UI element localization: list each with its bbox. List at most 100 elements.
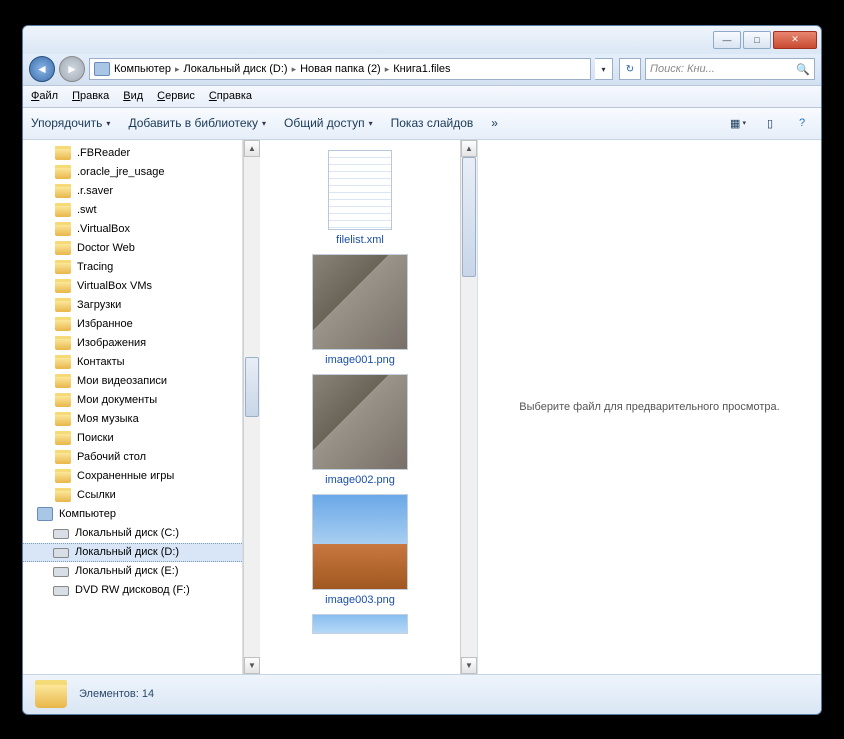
titlebar: — □ ✕ [23, 26, 821, 54]
file-item[interactable]: image002.png [300, 374, 420, 486]
search-placeholder: Поиск: Кни... [650, 63, 715, 75]
tree-folder[interactable]: .VirtualBox [23, 220, 242, 239]
forward-button[interactable]: ► [59, 56, 85, 82]
file-item[interactable]: filelist.xml [300, 150, 420, 246]
navigation-tree[interactable]: .FBReader.oracle_jre_usage.r.saver.swt.V… [23, 140, 243, 674]
more-commands[interactable]: » [491, 116, 498, 130]
folder-icon [55, 393, 71, 407]
computer-icon [37, 507, 53, 521]
folder-icon [55, 203, 71, 217]
crumb-0[interactable]: Компьютер [114, 63, 171, 75]
view-mode-button[interactable]: ▦ [727, 113, 749, 133]
menu-bar: Файл Правка Вид Сервис Справка [23, 86, 821, 108]
folder-icon [35, 680, 67, 708]
file-list[interactable]: filelist.xml image001.png image002.png imag… [260, 140, 460, 674]
content-area: .FBReader.oracle_jre_usage.r.saver.swt.V… [23, 140, 821, 674]
address-dropdown[interactable]: ▾ [595, 58, 613, 80]
tree-folder[interactable]: VirtualBox VMs [23, 277, 242, 296]
tree-computer[interactable]: Компьютер [23, 505, 242, 524]
slideshow-button[interactable]: Показ слайдов [391, 116, 474, 130]
tree-folder[interactable]: Моя музыка [23, 410, 242, 429]
folder-icon [55, 450, 71, 464]
tree-folder[interactable]: .oracle_jre_usage [23, 163, 242, 182]
tree-folder[interactable]: .swt [23, 201, 242, 220]
tree-drive[interactable]: Локальный диск (D:) [23, 543, 242, 562]
scroll-down-icon[interactable]: ▼ [461, 657, 477, 674]
preview-pane-button[interactable]: ▯ [759, 113, 781, 133]
search-icon: 🔍 [796, 63, 810, 76]
folder-icon [55, 146, 71, 160]
breadcrumb[interactable]: Компьютер▸ Локальный диск (D:)▸ Новая па… [89, 58, 591, 80]
search-input[interactable]: Поиск: Кни... 🔍 [645, 58, 815, 80]
file-thumbnail [312, 374, 408, 470]
preview-pane: Выберите файл для предварительного просм… [477, 140, 821, 674]
menu-tools[interactable]: Сервис [157, 90, 195, 102]
status-bar: Элементов: 14 [23, 674, 821, 714]
tree-folder[interactable]: Мои документы [23, 391, 242, 410]
scroll-up-icon[interactable]: ▲ [461, 140, 477, 157]
tree-folder[interactable]: Избранное [23, 315, 242, 334]
folder-icon [55, 222, 71, 236]
crumb-3[interactable]: Книга1.files [393, 63, 450, 75]
file-item[interactable]: image003.png [300, 494, 420, 606]
organize-button[interactable]: Упорядочить▾ [31, 116, 110, 130]
tree-folder[interactable]: Сохраненные игры [23, 467, 242, 486]
folder-icon [55, 431, 71, 445]
menu-file[interactable]: Файл [31, 90, 58, 102]
scroll-up-icon[interactable]: ▲ [244, 140, 260, 157]
status-count: 14 [142, 688, 154, 700]
preview-empty-text: Выберите файл для предварительного просм… [519, 401, 779, 413]
file-name: filelist.xml [336, 234, 384, 246]
tree-folder[interactable]: Ссылки [23, 486, 242, 505]
tree-folder[interactable]: Контакты [23, 353, 242, 372]
tree-folder[interactable]: Мои видеозаписи [23, 372, 242, 391]
tree-folder[interactable]: Tracing [23, 258, 242, 277]
scroll-down-icon[interactable]: ▼ [244, 657, 260, 674]
file-item[interactable]: image001.png [300, 254, 420, 366]
add-to-library-button[interactable]: Добавить в библиотеку▾ [128, 116, 266, 130]
minimize-button[interactable]: — [713, 31, 741, 49]
tree-folder[interactable]: Поиски [23, 429, 242, 448]
folder-icon [55, 355, 71, 369]
tree-drive[interactable]: Локальный диск (E:) [23, 562, 242, 581]
menu-edit[interactable]: Правка [72, 90, 109, 102]
tree-scrollbar[interactable]: ▲ ▼ [243, 140, 260, 674]
disk-icon [53, 529, 69, 539]
tree-drive[interactable]: Локальный диск (C:) [23, 524, 242, 543]
tree-folder[interactable]: Изображения [23, 334, 242, 353]
folder-icon [55, 260, 71, 274]
tree-folder[interactable]: .r.saver [23, 182, 242, 201]
file-thumbnail [312, 254, 408, 350]
folder-icon [55, 412, 71, 426]
back-button[interactable]: ◄ [29, 56, 55, 82]
files-scrollbar[interactable]: ▲ ▼ [460, 140, 477, 674]
crumb-2[interactable]: Новая папка (2) [300, 63, 381, 75]
tree-folder[interactable]: Рабочий стол [23, 448, 242, 467]
command-bar: Упорядочить▾ Добавить в библиотеку▾ Общи… [23, 108, 821, 140]
menu-help[interactable]: Справка [209, 90, 252, 102]
folder-icon [55, 374, 71, 388]
folder-icon [55, 165, 71, 179]
file-name: image002.png [325, 474, 395, 486]
computer-icon [94, 62, 110, 76]
maximize-button[interactable]: □ [743, 31, 771, 49]
file-item[interactable] [300, 614, 420, 634]
folder-icon [55, 488, 71, 502]
help-button[interactable]: ? [791, 113, 813, 133]
folder-icon [55, 317, 71, 331]
tree-folder[interactable]: Doctor Web [23, 239, 242, 258]
address-bar: ◄ ► Компьютер▸ Локальный диск (D:)▸ Нова… [23, 54, 821, 86]
tree-folder[interactable]: .FBReader [23, 144, 242, 163]
share-button[interactable]: Общий доступ▾ [284, 116, 373, 130]
folder-icon [55, 336, 71, 350]
crumb-1[interactable]: Локальный диск (D:) [183, 63, 287, 75]
refresh-button[interactable]: ↻ [619, 58, 641, 80]
status-count-label: Элементов: [79, 688, 139, 700]
close-button[interactable]: ✕ [773, 31, 817, 49]
disk-icon [53, 586, 69, 596]
folder-icon [55, 298, 71, 312]
tree-folder[interactable]: Загрузки [23, 296, 242, 315]
tree-drive[interactable]: DVD RW дисковод (F:) [23, 581, 242, 600]
folder-icon [55, 469, 71, 483]
menu-view[interactable]: Вид [123, 90, 143, 102]
